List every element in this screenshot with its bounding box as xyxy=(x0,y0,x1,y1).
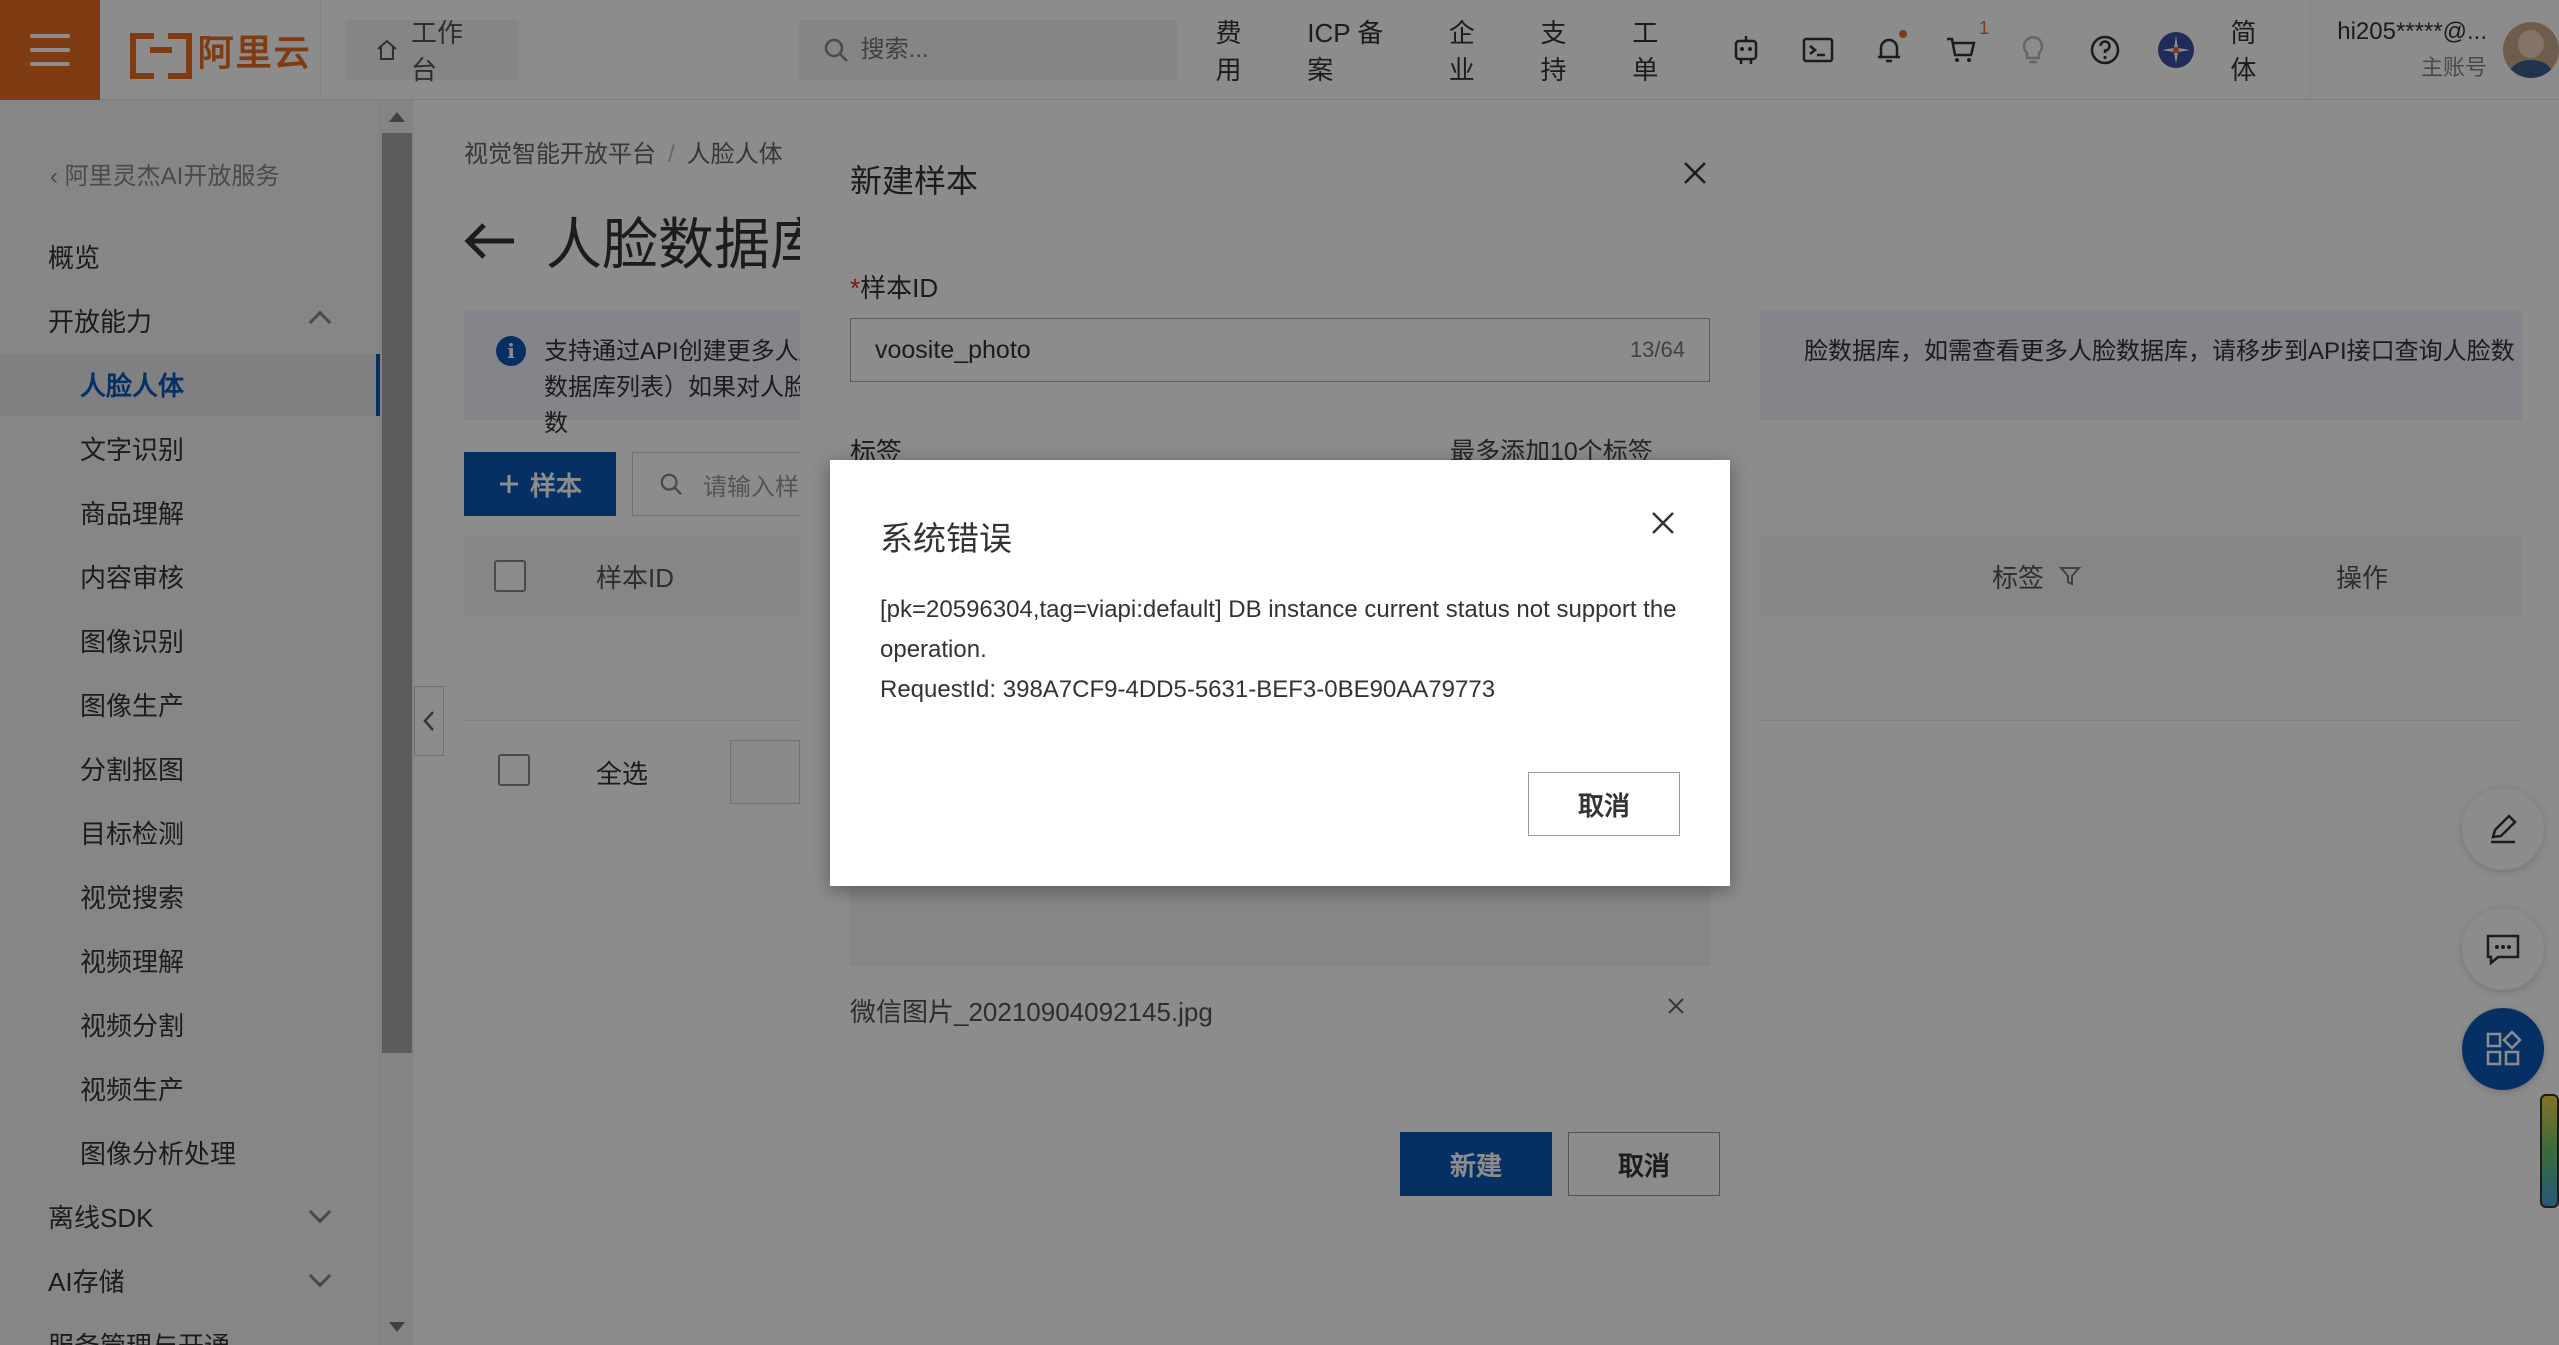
error-cancel-button[interactable]: 取消 xyxy=(1528,772,1680,836)
error-dialog-title: 系统错误 xyxy=(880,520,1012,557)
error-message: [pk=20596304,tag=viapi:default] DB insta… xyxy=(880,596,1677,663)
system-error-dialog: 系统错误 [pk=20596304,tag=viapi:default] DB … xyxy=(830,460,1730,886)
close-icon[interactable] xyxy=(1648,508,1678,538)
error-request-id: RequestId: 398A7CF9-4DD5-5631-BEF3-0BE90… xyxy=(880,676,1496,703)
